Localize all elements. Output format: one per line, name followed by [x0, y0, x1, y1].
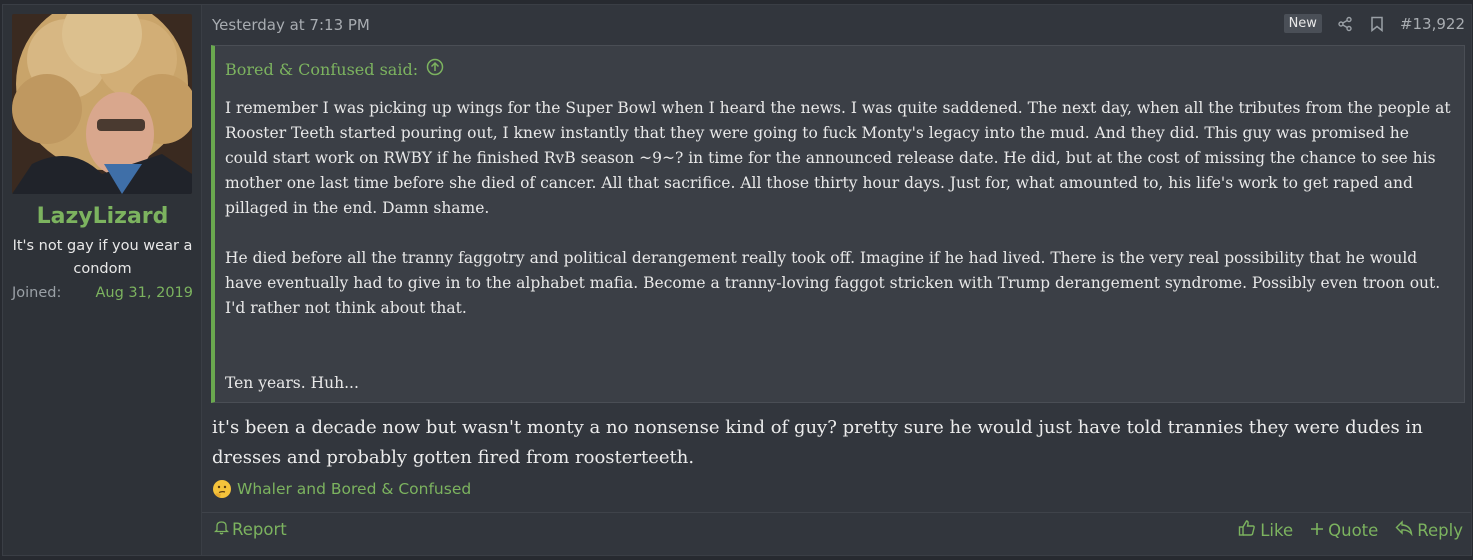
joined-info: Joined: Aug 31, 2019 — [12, 285, 193, 301]
like-button[interactable]: Like — [1238, 519, 1293, 541]
quote-author[interactable]: Bored & Confused said: — [225, 60, 418, 79]
quote-button[interactable]: Quote — [1310, 519, 1378, 541]
post-content: Yesterday at 7:13 PM New #13,922 Bored &… — [202, 5, 1471, 555]
new-badge: New — [1283, 14, 1322, 33]
user-info-panel: LazyLizard It's not gay if you wear a co… — [3, 5, 202, 555]
like-label: Like — [1260, 520, 1294, 540]
reply-label: Reply — [1417, 520, 1463, 540]
post-timestamp[interactable]: Yesterday at 7:13 PM — [212, 16, 370, 34]
post-number[interactable]: #13,922 — [1400, 15, 1465, 33]
quote-body: I remember I was picking up wings for th… — [225, 96, 1455, 396]
joined-date: Aug 31, 2019 — [95, 285, 194, 301]
forum-post: LazyLizard It's not gay if you wear a co… — [2, 4, 1472, 556]
reactions-bar[interactable]: Whaler and Bored & Confused — [212, 479, 471, 499]
reply-arrow-icon — [1395, 520, 1413, 540]
plus-icon — [1310, 521, 1324, 540]
post-actions: Like Quote Reply — [1238, 519, 1463, 541]
reactions-users[interactable]: Whaler and Bored & Confused — [237, 480, 471, 498]
joined-label: Joined: — [12, 285, 62, 301]
quote-block: Bored & Confused said: I remember I was … — [211, 45, 1465, 403]
report-button[interactable]: Report — [213, 519, 287, 539]
thumbs-up-icon — [1238, 519, 1256, 541]
username[interactable]: LazyLizard — [3, 204, 202, 229]
post-footer-divider — [202, 512, 1471, 513]
user-title: It's not gay if you wear a condom — [12, 238, 193, 277]
quote-label: Quote — [1328, 520, 1379, 540]
quote-paragraph: Ten years. Huh... — [225, 374, 359, 392]
arrow-up-circle-icon[interactable] — [426, 58, 444, 80]
bookmark-icon[interactable] — [1368, 15, 1386, 33]
quote-paragraph: He died before all the tranny faggotry a… — [225, 249, 1441, 317]
share-icon[interactable] — [1336, 15, 1354, 33]
post-message: it's been a decade now but wasn't monty … — [212, 417, 1423, 468]
quote-paragraph: I remember I was picking up wings for th… — [225, 99, 1451, 217]
post-meta: New #13,922 — [1283, 14, 1465, 33]
bell-icon — [213, 519, 230, 539]
user-avatar[interactable] — [12, 14, 192, 194]
reply-button[interactable]: Reply — [1395, 519, 1463, 541]
report-label: Report — [232, 519, 287, 539]
avatar-image — [12, 14, 192, 194]
quote-header[interactable]: Bored & Confused said: — [225, 58, 444, 80]
thinking-face-emoji — [212, 479, 232, 499]
